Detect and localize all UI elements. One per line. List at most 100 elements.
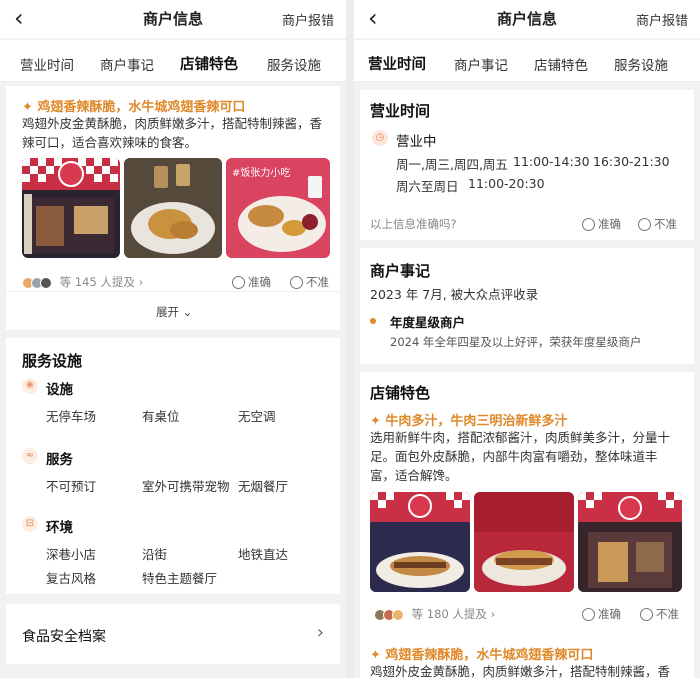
tab-features[interactable]: 店铺特色	[180, 53, 238, 77]
frown-face-icon	[290, 276, 303, 289]
feature-line-1: 选用新鲜牛肉，搭配浓郁酱汁，肉质鲜美多汁，分量十	[370, 430, 671, 445]
header-bar: ‹ 商户信息 商户报错	[354, 0, 700, 38]
tab-bar: 营业时间 商户事记 店铺特色 服务设施	[0, 40, 346, 82]
fried-chicken-image	[124, 158, 222, 258]
frown-face-icon	[638, 218, 651, 231]
mentions-count: 等 180 人提及 ›	[411, 607, 496, 621]
facility-item: 无空调	[238, 409, 276, 424]
feature-line-3: 富，适合解馋。	[370, 468, 458, 483]
environment-icon: ⊟	[22, 516, 38, 532]
inaccurate-button[interactable]: 不准	[290, 274, 329, 290]
service-item: 室外可携带宠物	[142, 479, 230, 494]
tab-services[interactable]: 服务设施	[614, 54, 668, 74]
features-card: 店铺特色 ✦ 牛肉多汁，牛肉三明治新鲜多汁 选用新鲜牛肉，搭配浓郁酱汁，肉质鲜美…	[360, 372, 694, 678]
feature-item-title: ✦ 牛肉多汁，牛肉三明治新鲜多汁	[370, 414, 568, 429]
facility-item: 有桌位	[142, 409, 180, 424]
events-title: 商户事记	[370, 262, 431, 280]
chevron-right-icon: ›	[316, 622, 324, 643]
feature-line-1: 鸡翅外皮金黄酥脆，肉质鲜嫩多汁，搭配特制辣酱，香	[22, 116, 323, 131]
mentions-row[interactable]: 等 180 人提及 ›	[374, 606, 495, 622]
feature-line-2: 辣可口，适合喜欢辣味的食客。	[22, 135, 198, 150]
hours-days-1: 周一,周三,周四,周五	[396, 157, 508, 172]
inaccurate-button[interactable]: 不准	[640, 606, 679, 622]
avatar	[40, 276, 52, 289]
inaccurate-label: 不准	[654, 217, 677, 231]
service-item: 无烟餐厅	[238, 479, 289, 494]
report-button[interactable]: 商户报错	[282, 10, 334, 29]
accurate-button[interactable]: 准确	[582, 216, 621, 232]
accurate-button[interactable]: 准确	[232, 274, 271, 290]
tab-events[interactable]: 商户事记	[454, 54, 508, 74]
smile-face-icon	[232, 276, 245, 289]
tab-services[interactable]: 服务设施	[267, 54, 321, 74]
service-icon: ≈	[22, 448, 38, 464]
events-date-line: 2023 年 7月, 被大众点评收录	[370, 287, 539, 302]
tab-events[interactable]: 商户事记	[100, 54, 154, 74]
left-screen: ‹ 商户信息 商户报错 营业时间 商户事记 店铺特色 服务设施 ✦ 鸡翅香辣酥脆…	[0, 0, 346, 678]
facility-label: 设施	[46, 382, 73, 398]
tab-hours[interactable]: 营业时间	[368, 53, 426, 77]
hours-time-3: 11:00-20:30	[468, 176, 545, 191]
accuracy-question: 以上信息准确吗?	[370, 217, 457, 231]
environment-item: 沿街	[142, 547, 168, 562]
features-title: 店铺特色	[370, 384, 431, 402]
facility-item: 无停车场	[46, 409, 97, 424]
storefront-sandwich-image	[370, 492, 470, 592]
storefront-image	[22, 158, 120, 254]
feature-title: ✦ 鸡翅香辣酥脆，水牛城鸡翅香辣可口	[22, 100, 246, 115]
hours-days-2: 周六至周日	[396, 179, 459, 194]
avatar	[392, 608, 404, 621]
accurate-label: 准确	[598, 607, 621, 621]
report-button[interactable]: 商户报错	[636, 10, 688, 29]
environment-item: 地铁直达	[238, 547, 289, 562]
hours-title: 营业时间	[370, 102, 431, 120]
mentions-count: 等 145 人提及 ›	[59, 275, 144, 289]
environment-label: 环境	[46, 520, 73, 536]
badge-desc: 2024 年全年四星及以上好评，荣获年度星级商户	[390, 335, 642, 349]
environment-item: 深巷小店	[46, 547, 97, 562]
store-photo[interactable]	[370, 492, 470, 592]
hours-card: 营业时间 ◷ 营业中 周一,周三,周四,周五 11:00-14:30 16:30…	[360, 90, 694, 240]
feature-item2-line: 鸡翅外皮金黄酥脆，肉质鲜嫩多汁，搭配特制辣酱，香	[370, 664, 671, 678]
food-safety-row[interactable]: 食品安全档案 ›	[6, 604, 340, 664]
frown-face-icon	[640, 608, 653, 621]
food-photo-1[interactable]	[124, 158, 222, 258]
tab-bar: 营业时间 商户事记 店铺特色 服务设施	[354, 40, 700, 82]
inaccurate-label: 不准	[306, 275, 329, 289]
accurate-button[interactable]: 准确	[582, 606, 621, 622]
open-status: 营业中	[396, 134, 437, 150]
events-card: 商户事记 2023 年 7月, 被大众点评收录 年度星级商户 2024 年全年四…	[360, 248, 694, 364]
tab-features[interactable]: 店铺特色	[534, 54, 588, 74]
divider	[6, 291, 340, 292]
accurate-label: 准确	[598, 217, 621, 231]
services-title: 服务设施	[22, 352, 83, 370]
food-safety-label: 食品安全档案	[22, 629, 106, 645]
expand-button[interactable]: 展开 ⌄	[156, 304, 192, 320]
smile-face-icon	[582, 218, 595, 231]
bullet-dot	[370, 318, 376, 324]
header-bar: ‹ 商户信息 商户报错	[0, 0, 346, 38]
clock-icon: ◷	[372, 130, 388, 146]
feature-item2-title: ✦ 鸡翅香辣酥脆，水牛城鸡翅香辣可口	[370, 648, 594, 663]
smile-face-icon	[582, 608, 595, 621]
mentions-row[interactable]: 等 145 人提及 ›	[22, 274, 143, 290]
facility-icon: ❀	[22, 378, 38, 394]
store-photo-2[interactable]	[578, 492, 682, 592]
photo-tag: #饭张力小吃	[232, 168, 291, 179]
inaccurate-button[interactable]: 不准	[638, 216, 677, 232]
services-card: 服务设施 ❀ 设施 无停车场 有桌位 无空调 ≈ 服务 不可预订 室外可携带宠物…	[6, 338, 340, 594]
feature-line-2: 足。面包外皮酥脆，内部牛肉富有嚼劲，整体味道丰	[370, 449, 658, 464]
service-label: 服务	[46, 452, 73, 468]
hours-time-2: 16:30-21:30	[593, 154, 670, 169]
store-interior-image	[578, 492, 682, 592]
service-item: 不可预订	[46, 479, 97, 494]
sandwich-image	[474, 492, 574, 592]
food-photo-1[interactable]	[474, 492, 574, 592]
tab-hours[interactable]: 营业时间	[20, 54, 74, 74]
store-photo[interactable]	[22, 158, 120, 258]
right-screen: ‹ 商户信息 商户报错 营业时间 商户事记 店铺特色 服务设施 营业时间 ◷ 营…	[354, 0, 700, 678]
environment-item: 复古风格	[46, 571, 97, 586]
feature-card: ✦ 鸡翅香辣酥脆，水牛城鸡翅香辣可口 鸡翅外皮金黄酥脆，肉质鲜嫩多汁，搭配特制辣…	[6, 86, 340, 330]
food-photo-2[interactable]: #饭张力小吃	[226, 158, 330, 258]
accurate-label: 准确	[248, 275, 271, 289]
